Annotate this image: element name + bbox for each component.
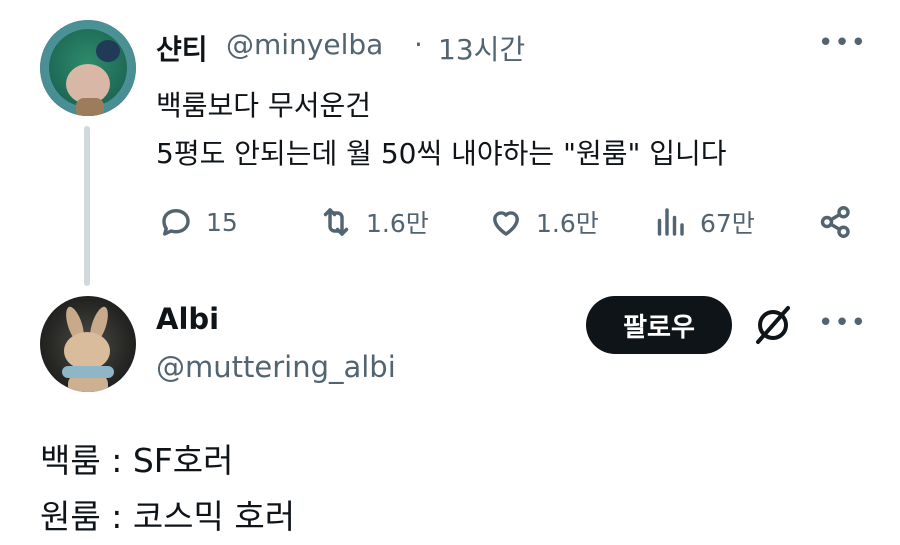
share-icon: [820, 206, 850, 238]
separator-dot: ·: [414, 28, 423, 61]
follow-button[interactable]: 팔로우: [586, 296, 732, 354]
avatar-scarf: [62, 366, 114, 378]
avatar-body: [76, 98, 104, 116]
reply-count: 15: [206, 207, 238, 237]
reply-button[interactable]: 15: [158, 202, 238, 242]
heart-icon: [493, 211, 519, 236]
more-options-icon[interactable]: •••: [818, 308, 867, 338]
avatar-ear: [96, 40, 120, 62]
grok-icon[interactable]: [748, 300, 798, 350]
author-name[interactable]: 샨티: [156, 28, 208, 68]
views-button[interactable]: 67만: [652, 202, 755, 242]
views-count: 67만: [700, 209, 755, 238]
author-handle[interactable]: @muttering_albi: [156, 350, 396, 384]
like-count: 1.6만: [536, 209, 599, 238]
tweet-text-line: 원룸 : 코스믹 호러: [40, 497, 296, 536]
tweet-timestamp[interactable]: 13시간: [438, 28, 525, 68]
retweet-icon: [323, 208, 349, 236]
avatar[interactable]: [40, 296, 136, 392]
retweet-button[interactable]: 1.6만: [318, 202, 429, 242]
retweet-count: 1.6만: [366, 209, 429, 238]
author-handle[interactable]: @minyelba: [226, 28, 383, 61]
avatar-face: [64, 332, 110, 370]
like-button[interactable]: 1.6만: [488, 202, 599, 242]
tweet-text-line: 5평도 안되는데 월 50씩 내야하는 "원룸" 입니다: [156, 137, 727, 170]
tweet-text-line: 백룸보다 무서운건: [156, 89, 371, 122]
author-name[interactable]: Albi: [156, 302, 219, 336]
thread-line: [84, 126, 90, 286]
more-options-icon[interactable]: •••: [818, 28, 867, 58]
reply-icon: [162, 209, 190, 236]
avatar[interactable]: [40, 20, 136, 116]
views-chart-icon: [657, 208, 684, 236]
share-button[interactable]: [818, 202, 854, 242]
tweet-text-line: 백룸 : SF호러: [40, 441, 234, 480]
